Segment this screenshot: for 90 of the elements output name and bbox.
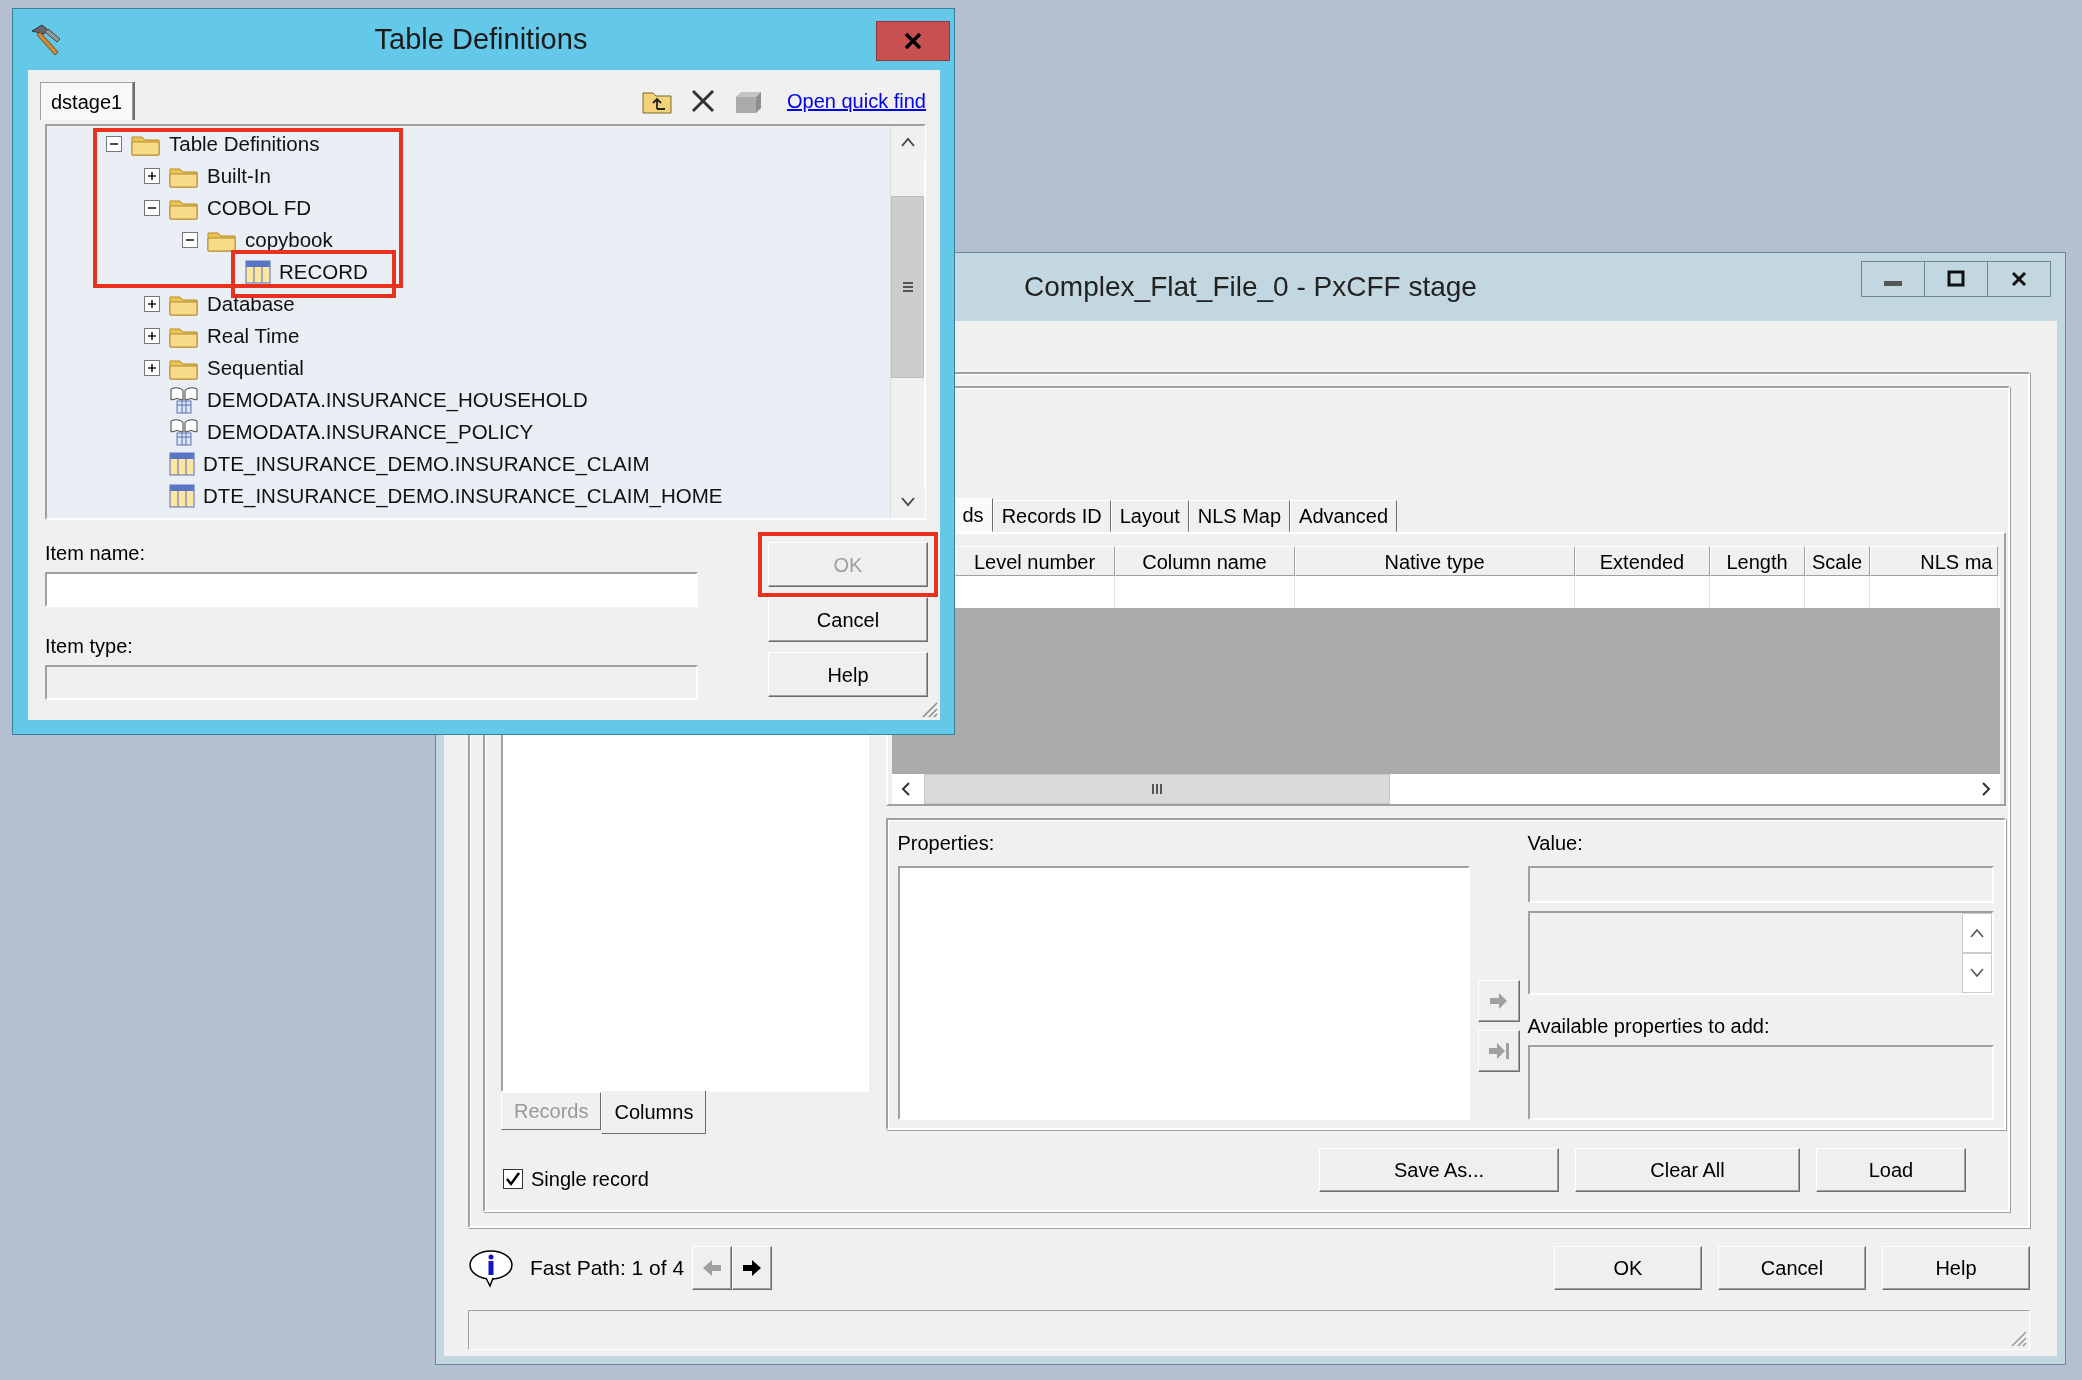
button[interactable]: Clear All [1575, 1148, 1800, 1192]
expand-icon[interactable] [143, 295, 161, 313]
button[interactable]: Save As... [1319, 1148, 1559, 1192]
arrow-right-icon [742, 1260, 763, 1276]
delete-icon[interactable] [689, 87, 717, 115]
scrollbar-thumb[interactable] [923, 774, 1390, 804]
book-table-icon [169, 386, 199, 414]
fast-path-label: Fast Path: 1 of 4 [530, 1255, 685, 1282]
table-icon [245, 260, 271, 284]
info-icon [468, 1248, 514, 1288]
tree-item[interactable]: DEMODATA.INSURANCE_HOUSEHOLD [207, 384, 588, 416]
tab[interactable]: Advanced [1290, 500, 1398, 532]
collapse-icon[interactable] [181, 231, 199, 249]
checkbox-label: Single record [531, 1167, 649, 1192]
button[interactable]: Help [1882, 1246, 2030, 1290]
collapse-icon[interactable] [105, 135, 123, 153]
tree-item[interactable]: Real Time [207, 320, 300, 352]
tab[interactable]: Records ID [992, 500, 1111, 532]
minimize-button[interactable] [1861, 261, 1925, 297]
tree-item[interactable]: RECORD [279, 256, 368, 288]
tab[interactable]: NLS Map [1188, 500, 1291, 532]
field-label: Value: [1527, 831, 1584, 856]
tree-item[interactable]: COBOL FD [207, 192, 312, 224]
arrow-right-icon [1488, 992, 1509, 1010]
value-field[interactable] [1527, 866, 1994, 904]
field-label: Item type: [45, 634, 134, 659]
collapse-icon[interactable] [143, 199, 161, 217]
close-button[interactable] [1987, 261, 2051, 297]
grip-icon [1150, 783, 1163, 795]
quick-find-link[interactable]: Open quick find [787, 86, 926, 116]
expand-icon[interactable] [143, 359, 161, 377]
grip-icon [901, 281, 914, 293]
input-field[interactable] [45, 572, 698, 607]
column-header[interactable]: Extended [1574, 546, 1710, 576]
button[interactable]: Cancel [768, 597, 928, 642]
tree-item[interactable]: copybook [245, 224, 333, 256]
arrow-left-icon [702, 1260, 723, 1276]
tab[interactable]: ds [953, 498, 993, 532]
column-header[interactable]: Scale [1804, 546, 1870, 576]
tree-item[interactable]: DTE_INSURANCE_DEMO.INSURANCE_CLAIM [203, 448, 650, 480]
column-header[interactable]: Native type [1294, 546, 1575, 576]
next-button[interactable] [732, 1246, 773, 1290]
horizontal-scrollbar[interactable] [891, 774, 2000, 804]
button[interactable]: Load [1816, 1148, 1966, 1192]
value-text-area[interactable] [1527, 911, 1994, 996]
field-label: Properties: [897, 831, 996, 856]
button[interactable]: OK [1554, 1246, 1702, 1290]
close-button[interactable] [876, 20, 950, 61]
table-icon [169, 484, 195, 508]
available-properties-list[interactable] [1527, 1045, 1994, 1120]
window-title: Table Definitions [373, 21, 589, 57]
maximize-icon [1945, 268, 1967, 290]
chevron-right-icon [1980, 781, 1992, 797]
tree-item[interactable]: Database [207, 288, 295, 320]
close-icon [903, 30, 923, 51]
book-table-icon [169, 418, 199, 446]
vertical-scrollbar[interactable] [890, 126, 924, 518]
column-header[interactable]: Column name [1114, 546, 1295, 576]
maximize-button[interactable] [1924, 261, 1988, 297]
field-label: Item name: [45, 541, 147, 566]
tree-item[interactable]: Sequential [207, 352, 304, 384]
expand-icon[interactable] [143, 167, 161, 185]
minimize-icon [1884, 280, 1902, 286]
tree-item[interactable]: DTE_INSURANCE_DEMO.INSURANCE_CLAIM_HOME [203, 480, 723, 512]
tab[interactable]: Columns [601, 1090, 707, 1134]
spin-up-button[interactable] [1962, 913, 1992, 954]
window-title: Complex_Flat_File_0 - PxCFF stage [1024, 270, 1477, 304]
column-header[interactable]: Level number [954, 546, 1115, 576]
expand-icon[interactable] [143, 327, 161, 345]
tab[interactable]: dstage1 [40, 82, 134, 120]
checkbox[interactable] [503, 1169, 523, 1189]
check-icon [505, 1171, 521, 1187]
chevron-down-icon [1969, 968, 1985, 979]
tab[interactable]: Layout [1110, 500, 1189, 532]
chevron-up-icon [1969, 928, 1985, 939]
scrollbar-thumb[interactable] [891, 196, 924, 378]
tree-item[interactable]: Built-In [207, 160, 271, 192]
column-header[interactable]: Length [1709, 546, 1805, 576]
arrow-to-bar-icon [1487, 1042, 1510, 1060]
spin-down-button[interactable] [1962, 953, 1992, 994]
column-header[interactable]: NLS ma [1869, 546, 1998, 576]
chevron-down-icon [900, 497, 916, 507]
field-label: Available properties to add: [1527, 1014, 1771, 1040]
chevron-up-icon [900, 137, 916, 147]
button[interactable]: Cancel [1718, 1246, 1866, 1290]
tree-item[interactable]: DEMODATA.INSURANCE_POLICY [207, 416, 534, 448]
tree-item[interactable]: Table Definitions [169, 128, 320, 160]
chevron-left-icon [899, 781, 912, 797]
table-icon [169, 452, 195, 476]
button[interactable]: Help [768, 652, 928, 697]
